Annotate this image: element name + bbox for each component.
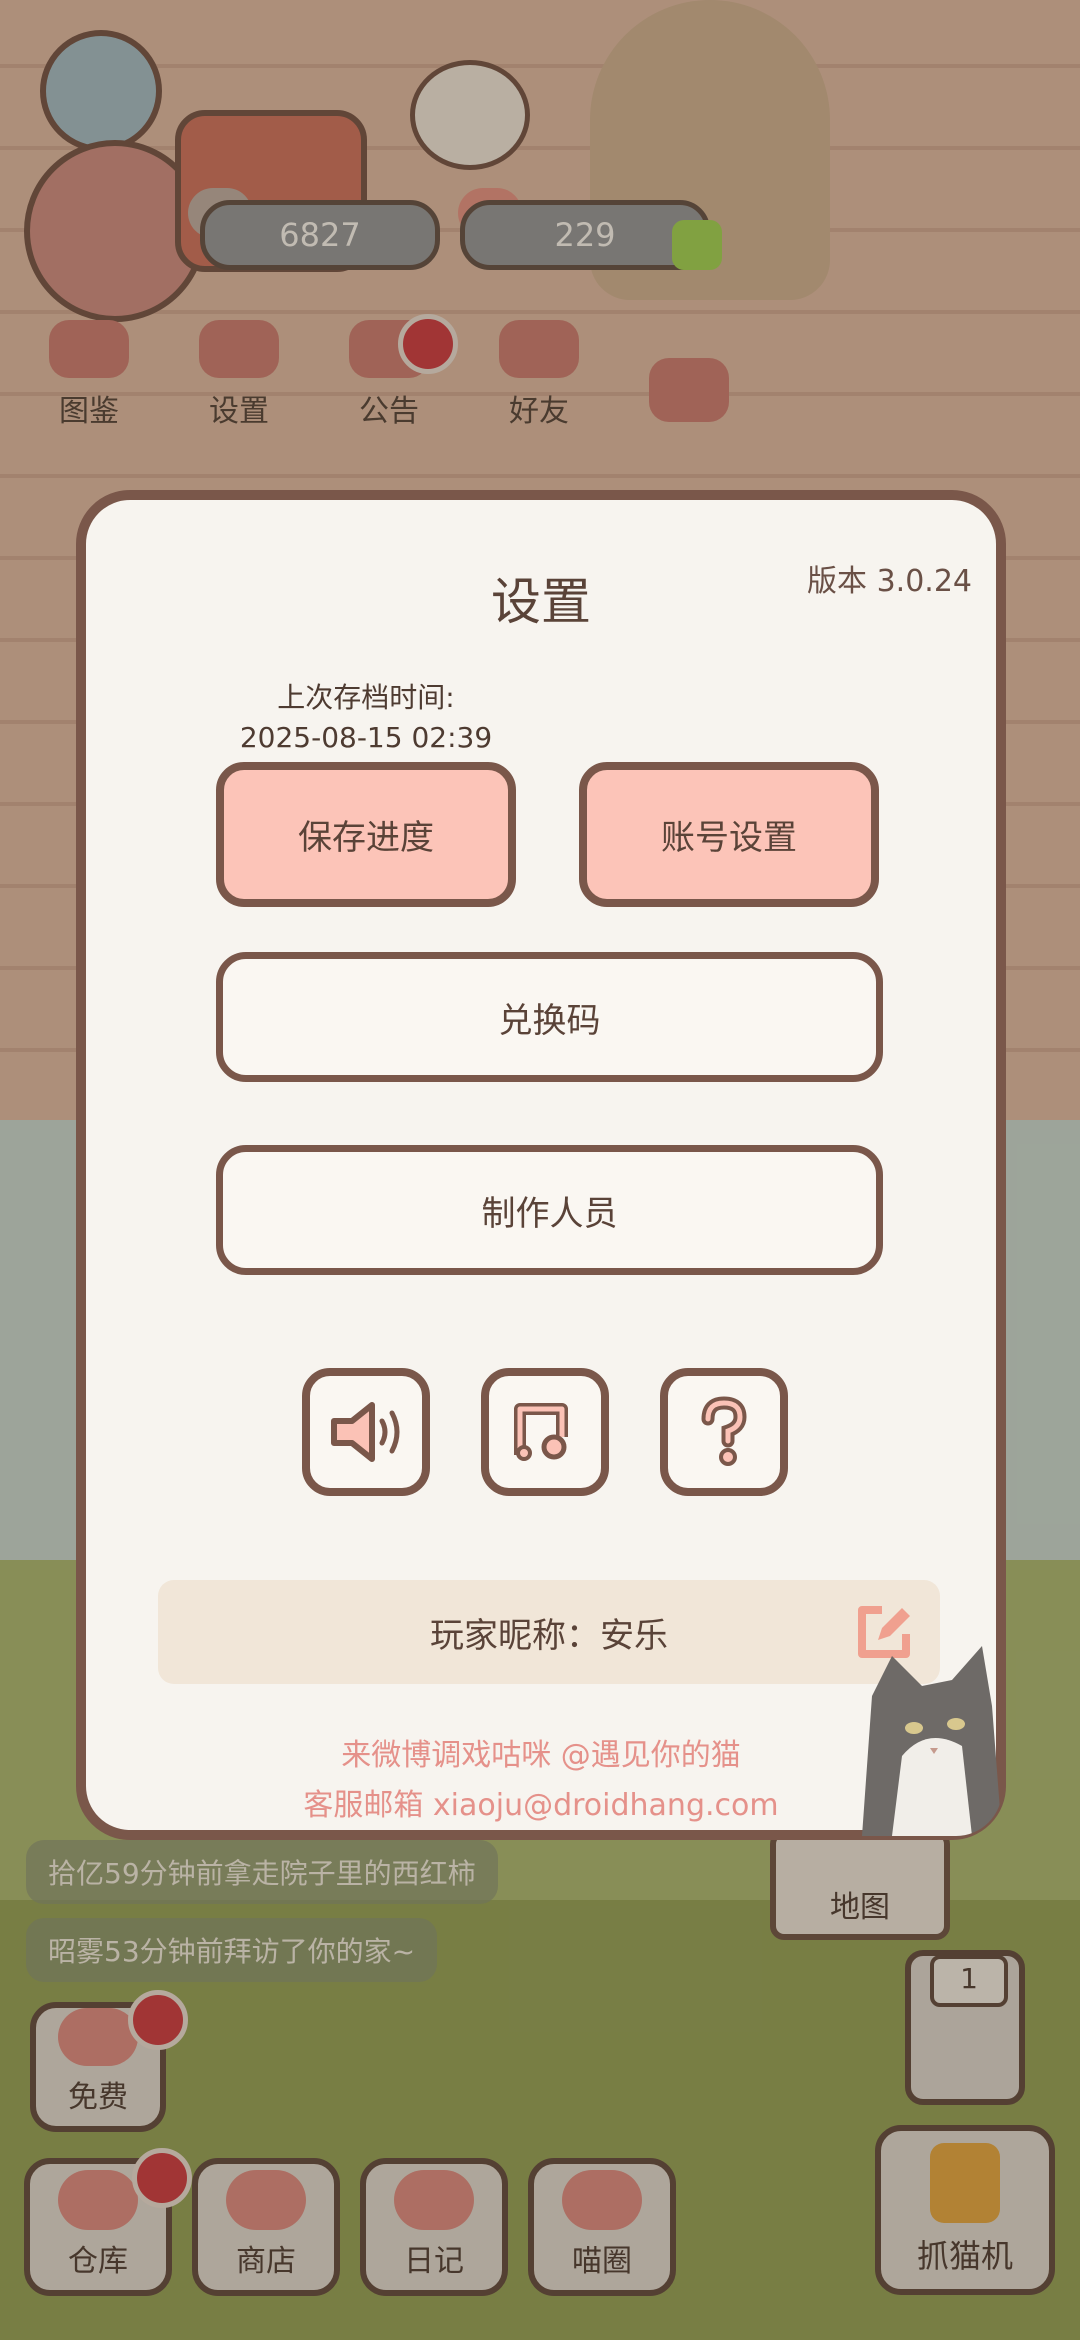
- credits-button[interactable]: 制作人员: [216, 1145, 883, 1275]
- redeem-code-label: 兑换码: [498, 1000, 601, 1041]
- redeem-code-button[interactable]: 兑换码: [216, 952, 883, 1082]
- nickname-row: 玩家昵称：安乐: [158, 1580, 940, 1684]
- help-button[interactable]: [660, 1368, 788, 1496]
- settings-dialog: 设置 版本 3.0.24 上次存档时间: 2025-08-15 02:39 保存…: [76, 490, 1006, 1840]
- save-progress-label: 保存进度: [298, 818, 434, 858]
- cat-photo-image: [852, 1636, 1002, 1836]
- version-label: 版本 3.0.24: [807, 564, 972, 599]
- last-save-label: 上次存档时间:: [277, 681, 455, 714]
- last-save-info: 上次存档时间: 2025-08-15 02:39: [236, 678, 496, 758]
- last-save-time: 2025-08-15 02:39: [239, 721, 493, 754]
- credits-label: 制作人员: [481, 1193, 618, 1234]
- save-progress-button[interactable]: 保存进度: [216, 762, 516, 907]
- music-toggle-button[interactable]: [481, 1368, 609, 1496]
- account-settings-button[interactable]: 账号设置: [579, 762, 879, 907]
- music-note-icon: [514, 1403, 568, 1461]
- nickname-text: 玩家昵称：安乐: [430, 1615, 668, 1656]
- account-settings-label: 账号设置: [661, 818, 797, 858]
- question-icon: [701, 1396, 747, 1466]
- sound-toggle-button[interactable]: [302, 1368, 430, 1496]
- speaker-icon: [331, 1402, 400, 1462]
